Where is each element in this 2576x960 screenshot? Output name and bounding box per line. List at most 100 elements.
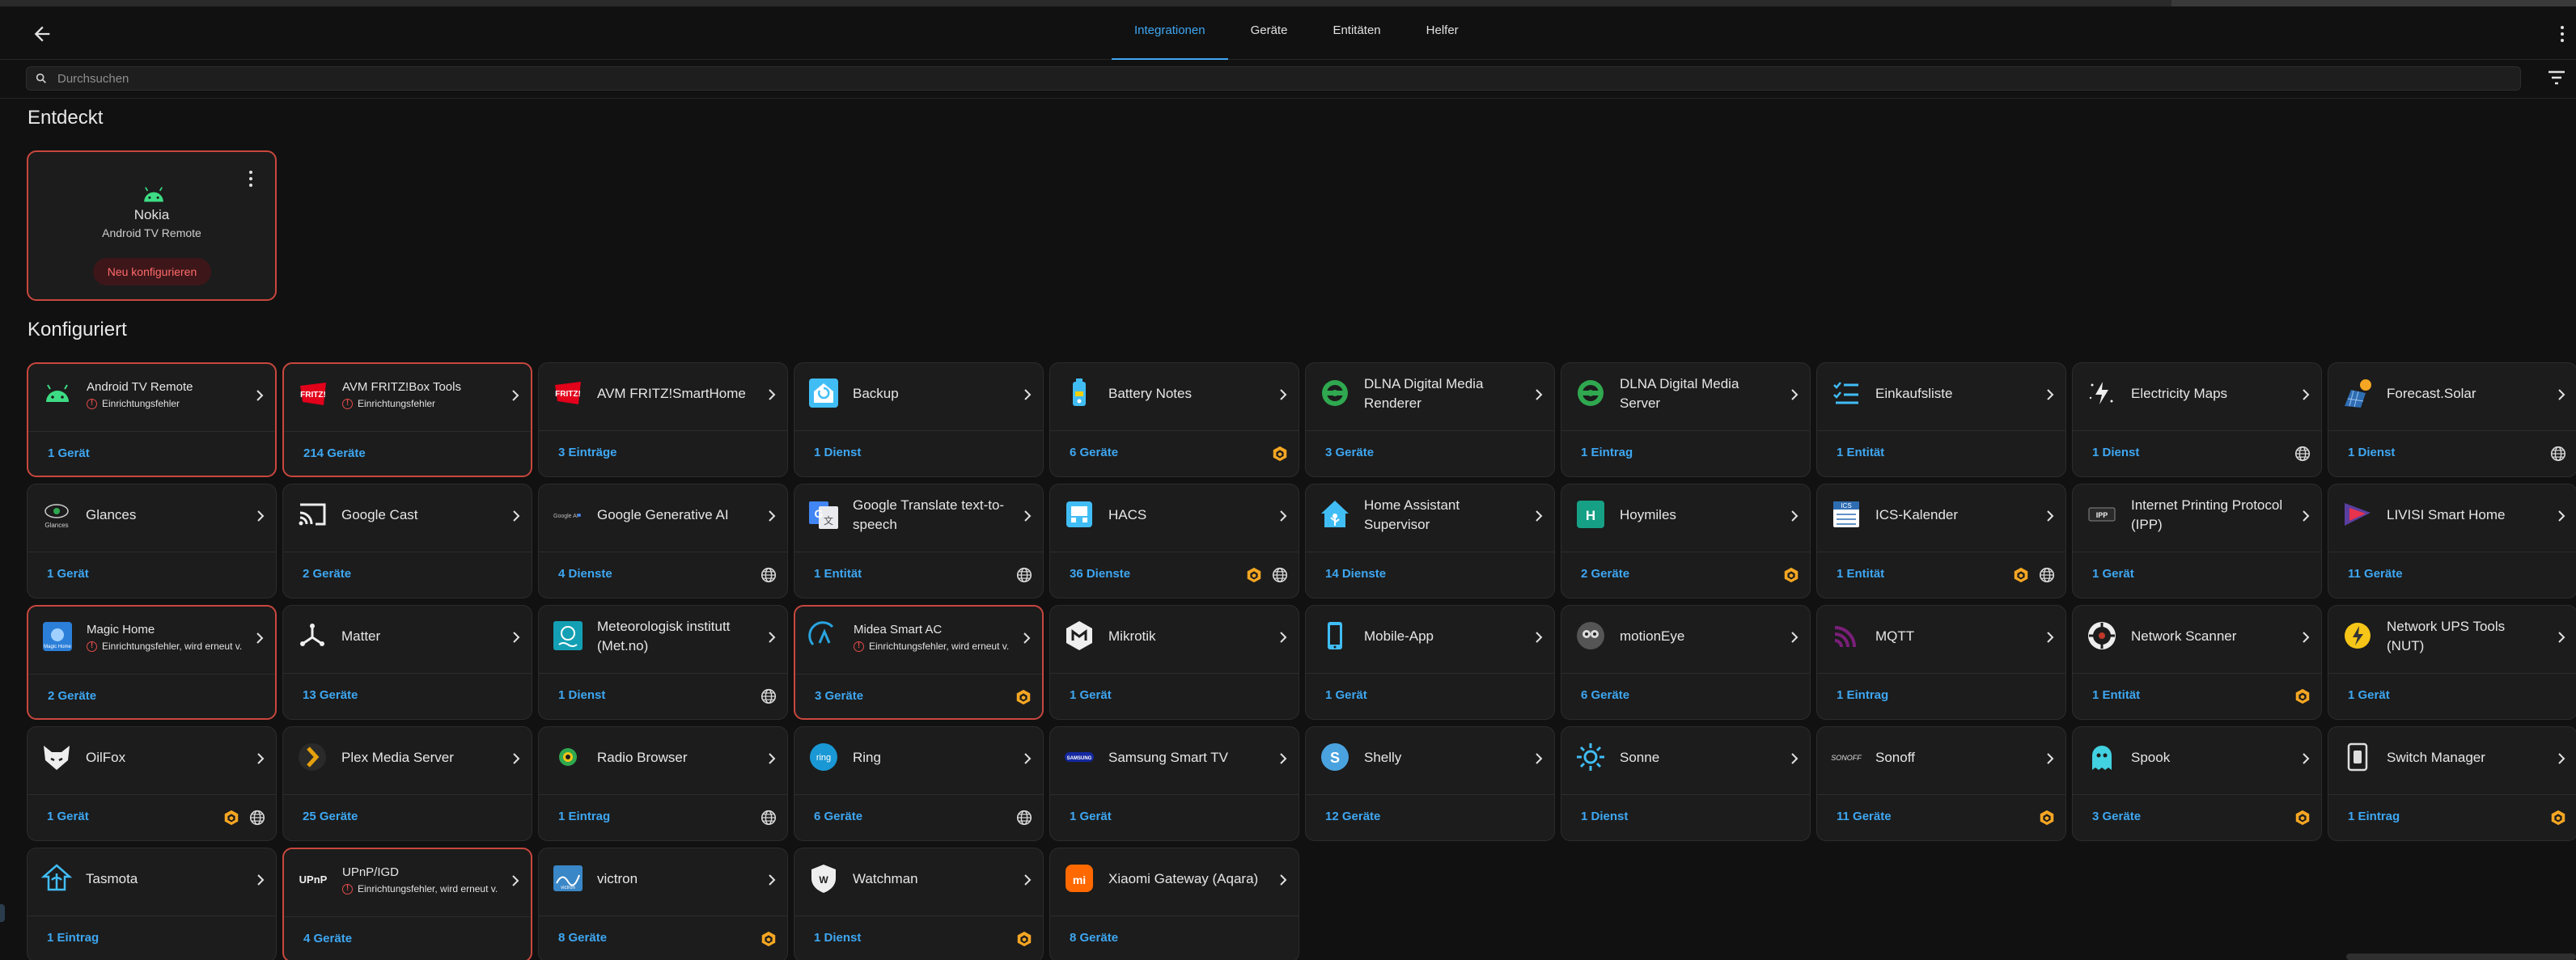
integration-card-internet-printing-protocol-ipp[interactable]: IPP Internet Printing Protocol (IPP) 1 Ger…	[2072, 484, 2322, 598]
integration-card-google-generative-ai[interactable]: Google AI Google Generative AI 4 Dienste	[538, 484, 788, 598]
integration-card-hoymiles[interactable]: H Hoymiles 2 Geräte	[1561, 484, 1811, 598]
entries-link[interactable]: 1 Dienst	[2092, 446, 2139, 459]
integration-card-samsung-smart-tv[interactable]: SAMSUNG Samsung Smart TV 1 Gerät	[1049, 726, 1299, 841]
chevron-right-icon[interactable]	[1022, 509, 1033, 523]
chevron-right-icon[interactable]	[2044, 509, 2056, 523]
chevron-right-icon[interactable]	[1022, 751, 1033, 766]
search-bar[interactable]	[26, 66, 2521, 91]
integration-card-header[interactable]: H Hoymiles	[1561, 484, 1810, 552]
entries-link[interactable]: 14 Dienste	[1325, 567, 1386, 581]
entries-link[interactable]: 1 Gerät	[48, 446, 90, 460]
integration-card-einkaufsliste[interactable]: Einkaufsliste 1 Entität	[1816, 362, 2066, 477]
entries-link[interactable]: 8 Geräte	[1070, 931, 1118, 945]
entries-link[interactable]: 214 Geräte	[303, 446, 366, 460]
integration-card-header[interactable]: G 文 Google Translate text-to-speech	[794, 484, 1043, 552]
integration-card-mqtt[interactable]: MQTT 1 Eintrag	[1816, 605, 2066, 720]
integration-card-livisi-smart-home[interactable]: LIVISI Smart Home 11 Geräte	[2328, 484, 2576, 598]
chevron-right-icon[interactable]	[766, 751, 777, 766]
entries-link[interactable]: 12 Geräte	[1325, 810, 1380, 823]
tab-entit-ten[interactable]: Entitäten	[1310, 6, 1403, 60]
integration-card-header[interactable]: Network UPS Tools (NUT)	[2328, 606, 2576, 674]
integration-card-mobile-app[interactable]: Mobile-App 1 Gerät	[1305, 605, 1555, 720]
entries-link[interactable]: 25 Geräte	[303, 810, 358, 823]
integration-card-header[interactable]: ring Ring	[794, 727, 1043, 795]
integration-card-header[interactable]: MQTT	[1817, 606, 2065, 674]
entries-link[interactable]: 1 Gerät	[1070, 688, 1112, 702]
entries-link[interactable]: 1 Entität	[814, 567, 862, 581]
integration-card-header[interactable]: Mikrotik	[1050, 606, 1299, 674]
integration-card-header[interactable]: SAMSUNG Samsung Smart TV	[1050, 727, 1299, 795]
integration-card-header[interactable]: Android TV Remote! Einrichtungsfehler	[28, 364, 275, 432]
entries-link[interactable]: 13 Geräte	[303, 688, 358, 702]
chevron-right-icon[interactable]	[2300, 509, 2311, 523]
entries-link[interactable]: 1 Dienst	[814, 446, 861, 459]
integration-card-header[interactable]: Radio Browser	[539, 727, 787, 795]
integration-card-header[interactable]: ICS ICS-Kalender	[1817, 484, 2065, 552]
chevron-right-icon[interactable]	[511, 751, 522, 766]
integration-card-header[interactable]: Forecast.Solar	[2328, 363, 2576, 431]
overflow-menu-icon[interactable]	[2558, 24, 2566, 44]
chevron-right-icon[interactable]	[2300, 630, 2311, 645]
integration-card-shelly[interactable]: S Shelly 12 Geräte	[1305, 726, 1555, 841]
horizontal-scrollbar[interactable]	[2346, 954, 2576, 960]
entries-link[interactable]: 11 Geräte	[2348, 567, 2403, 581]
chevron-right-icon[interactable]	[1533, 751, 1544, 766]
entries-link[interactable]: 1 Gerät	[2348, 688, 2390, 702]
integration-card-dlna-digital-media-renderer[interactable]: DLNA Digital Media Renderer 3 Geräte	[1305, 362, 1555, 477]
integration-card-network-ups-tools-nut[interactable]: Network UPS Tools (NUT) 1 Gerät	[2328, 605, 2576, 720]
chevron-right-icon[interactable]	[2300, 751, 2311, 766]
chevron-right-icon[interactable]	[766, 873, 777, 887]
tab-helfer[interactable]: Helfer	[1404, 6, 1481, 60]
integration-card-oilfox[interactable]: OilFox 1 Gerät	[27, 726, 277, 841]
integration-card-network-scanner[interactable]: Network Scanner 1 Entität	[2072, 605, 2322, 720]
chevron-right-icon[interactable]	[254, 631, 265, 645]
chevron-right-icon[interactable]	[511, 630, 522, 645]
entries-link[interactable]: 1 Dienst	[558, 688, 605, 702]
integration-card-plex-media-server[interactable]: Plex Media Server 25 Geräte	[282, 726, 532, 841]
chevron-right-icon[interactable]	[510, 388, 521, 403]
integration-card-tasmota[interactable]: Tasmota 1 Eintrag	[27, 848, 277, 960]
entries-link[interactable]: 1 Eintrag	[558, 810, 610, 823]
integration-card-header[interactable]: UPnP UPnP/IGD! Einrichtungsfehler, wird er…	[284, 849, 531, 917]
integration-card-header[interactable]: DLNA Digital Media Server	[1561, 363, 1810, 431]
filter-icon[interactable]	[2547, 70, 2566, 86]
integration-card-header[interactable]: Midea Smart AC! Einrichtungsfehler, wird …	[795, 607, 1042, 675]
card-menu-icon[interactable]	[248, 170, 254, 188]
integration-card-header[interactable]: Glances Glances	[28, 484, 276, 552]
entries-link[interactable]: 3 Einträge	[558, 446, 617, 459]
integration-card-header[interactable]: IPP Internet Printing Protocol (IPP)	[2073, 484, 2321, 552]
entries-link[interactable]: 6 Geräte	[1581, 688, 1629, 702]
entries-link[interactable]: 1 Dienst	[814, 931, 861, 945]
integration-card-header[interactable]: Spook	[2073, 727, 2321, 795]
integration-card-header[interactable]: Switch Manager	[2328, 727, 2576, 795]
chevron-right-icon[interactable]	[2556, 509, 2567, 523]
integration-card-header[interactable]: Einkaufsliste	[1817, 363, 2065, 431]
chevron-right-icon[interactable]	[1277, 630, 1289, 645]
integration-card-mikrotik[interactable]: Mikrotik 1 Gerät	[1049, 605, 1299, 720]
chevron-right-icon[interactable]	[255, 873, 266, 887]
integration-card-matter[interactable]: Matter 13 Geräte	[282, 605, 532, 720]
chevron-right-icon[interactable]	[766, 509, 777, 523]
integration-card-watchman[interactable]: W Watchman 1 Dienst	[794, 848, 1044, 960]
chevron-right-icon[interactable]	[766, 387, 777, 402]
integration-card-header[interactable]: Mobile-App	[1306, 606, 1554, 674]
chevron-right-icon[interactable]	[255, 751, 266, 766]
integration-card-header[interactable]: Tasmota	[28, 848, 276, 916]
chevron-right-icon[interactable]	[510, 873, 521, 888]
side-handle[interactable]	[0, 904, 5, 922]
entries-link[interactable]: 1 Dienst	[2348, 446, 2395, 459]
chevron-right-icon[interactable]	[1021, 631, 1032, 645]
integration-card-google-cast[interactable]: Google Cast 2 Geräte	[282, 484, 532, 598]
integration-card-header[interactable]: motionEye	[1561, 606, 1810, 674]
integration-card-sonoff[interactable]: SONOFF Sonoff 11 Geräte	[1816, 726, 2066, 841]
integration-card-header[interactable]: victron victron	[539, 848, 787, 916]
discovered-card[interactable]: Nokia Android TV Remote Neu konfiguriere…	[27, 150, 277, 301]
integration-card-header[interactable]: Meteorologisk institutt (Met.no)	[539, 606, 787, 674]
chevron-right-icon[interactable]	[1789, 387, 1800, 402]
chevron-right-icon[interactable]	[2556, 630, 2567, 645]
integration-card-header[interactable]: SONOFF Sonoff	[1817, 727, 2065, 795]
integration-card-sonne[interactable]: Sonne 1 Dienst	[1561, 726, 1811, 841]
entries-link[interactable]: 1 Entität	[1837, 446, 1884, 459]
chevron-right-icon[interactable]	[1533, 387, 1544, 402]
entries-link[interactable]: 1 Eintrag	[47, 931, 99, 945]
